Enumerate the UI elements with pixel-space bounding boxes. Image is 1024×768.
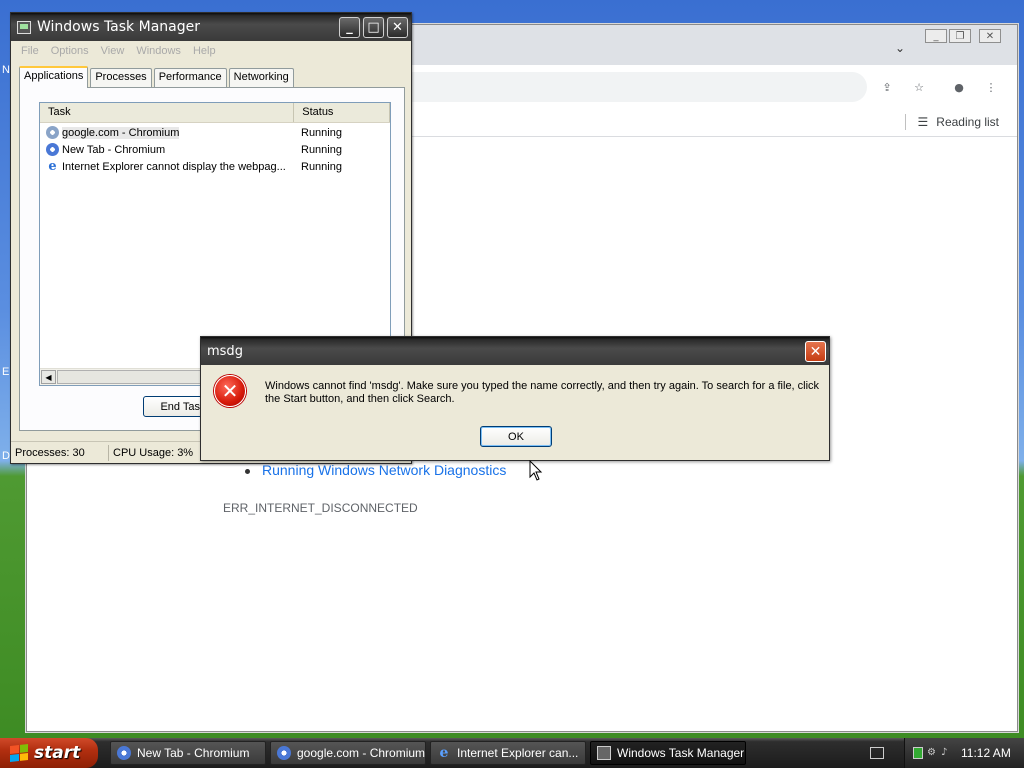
task-name: Internet Explorer cannot display the web… <box>62 160 286 173</box>
suggestion-list: Running Windows Network Diagnostics <box>245 462 506 478</box>
error-icon: ✕ <box>214 375 246 407</box>
divider <box>904 114 906 130</box>
browser-restore-button[interactable]: ❐ <box>949 29 971 43</box>
task-manager-titlebar[interactable]: Windows Task Manager _ □ ✕ <box>11 13 411 41</box>
tab-search-chevron-icon[interactable]: ⌄ <box>895 41 905 55</box>
taskbar-item-label: Windows Task Manager <box>617 746 745 760</box>
share-icon[interactable]: ⇪ <box>877 77 897 97</box>
process-count: Processes: 30 <box>11 444 109 461</box>
ie-icon: e <box>439 745 449 761</box>
column-status[interactable]: Status <box>294 103 390 122</box>
menubar: File Options View Windows Help <box>11 41 411 61</box>
chromium-icon <box>46 126 59 139</box>
chromium-icon <box>117 746 131 760</box>
profile-avatar-icon[interactable]: ● <box>949 77 969 97</box>
bookmark-star-icon[interactable]: ☆ <box>909 77 929 97</box>
network-diagnostics-link[interactable]: Running Windows Network Diagnostics <box>262 462 506 478</box>
start-button[interactable]: start <box>0 738 98 768</box>
table-row[interactable]: New Tab - Chromium Running <box>40 141 342 158</box>
desktop-label-fragment: E <box>2 366 10 378</box>
task-manager-tray-icon[interactable] <box>913 747 923 759</box>
desktop-label-fragment: D <box>2 450 10 462</box>
reading-list-button[interactable]: ☰ Reading list <box>904 114 999 130</box>
dialog-titlebar[interactable]: msdg ✕ <box>201 337 829 365</box>
cpu-usage: CPU Usage: 3% <box>109 444 205 461</box>
reading-list-icon: ☰ <box>917 115 929 129</box>
taskbar-item-internet-explorer[interactable]: e Internet Explorer can... <box>430 741 586 765</box>
browser-close-button[interactable]: ✕ <box>979 29 1001 43</box>
ie-icon: e <box>48 160 57 173</box>
system-tray: ⚙ ♪ 11:12 AM <box>904 738 1024 768</box>
close-button[interactable]: ✕ <box>387 17 408 38</box>
task-manager-title: Windows Task Manager <box>37 19 200 35</box>
error-code: ERR_INTERNET_DISCONNECTED <box>223 501 418 515</box>
minimize-button[interactable]: _ <box>339 17 360 38</box>
menu-file[interactable]: File <box>15 45 45 57</box>
mouse-pointer-icon <box>529 460 543 481</box>
tab-performance[interactable]: Performance <box>153 68 227 87</box>
scroll-left-arrow-icon[interactable]: ◀ <box>41 370 56 384</box>
chromium-icon <box>277 746 291 760</box>
tab-applications[interactable]: Applications <box>19 66 89 88</box>
task-manager-icon <box>17 20 31 34</box>
dialog-close-button[interactable]: ✕ <box>805 341 826 362</box>
error-message: Windows cannot find 'msdg'. Make sure yo… <box>265 380 820 405</box>
task-manager-icon <box>597 746 611 760</box>
taskbar-item-task-manager[interactable]: Windows Task Manager <box>590 741 746 765</box>
task-status: Running <box>301 126 342 139</box>
start-label: start <box>34 743 81 763</box>
menu-options[interactable]: Options <box>45 45 95 57</box>
taskbar: start New Tab - Chromium google.com - Ch… <box>0 738 1024 768</box>
keyboard-icon[interactable] <box>870 747 884 759</box>
table-row[interactable]: e Internet Explorer cannot display the we… <box>40 158 342 175</box>
windows-logo-icon <box>10 744 28 762</box>
dialog-title: msdg <box>207 343 243 359</box>
tab-networking[interactable]: Networking <box>228 68 294 87</box>
table-row[interactable]: google.com - Chromium Running <box>40 124 342 141</box>
volume-tray-icon[interactable]: ♪ <box>941 747 951 759</box>
task-list-header: Task Status <box>40 103 390 123</box>
network-tray-icon[interactable]: ⚙ <box>927 747 937 759</box>
kebab-menu-icon[interactable]: ⋮ <box>981 77 1001 97</box>
taskbar-item-google[interactable]: google.com - Chromium <box>270 741 426 765</box>
column-task[interactable]: Task <box>40 103 295 122</box>
scroll-thumb[interactable] <box>57 370 207 384</box>
menu-windows[interactable]: Windows <box>130 45 187 57</box>
taskbar-item-label: New Tab - Chromium <box>137 746 250 760</box>
task-name: google.com - Chromium <box>62 126 180 139</box>
error-dialog: msdg ✕ ✕ Windows cannot find 'msdg'. Mak… <box>200 336 830 461</box>
browser-minimize-button[interactable]: _ <box>925 29 947 43</box>
maximize-button[interactable]: □ <box>363 17 384 38</box>
taskbar-item-label: Internet Explorer can... <box>457 746 579 760</box>
tab-strip: Applications Processes Performance Netwo… <box>19 66 296 88</box>
reading-list-label: Reading list <box>936 115 999 129</box>
taskbar-item-label: google.com - Chromium <box>297 746 426 760</box>
task-status: Running <box>301 160 342 173</box>
task-name: New Tab - Chromium <box>62 143 166 156</box>
ok-button[interactable]: OK <box>480 426 552 447</box>
tab-processes[interactable]: Processes <box>90 68 152 87</box>
taskbar-item-new-tab[interactable]: New Tab - Chromium <box>110 741 266 765</box>
task-status: Running <box>301 143 342 156</box>
clock[interactable]: 11:12 AM <box>961 746 1011 760</box>
menu-help[interactable]: Help <box>187 45 222 57</box>
chromium-icon <box>46 143 59 156</box>
menu-view[interactable]: View <box>95 45 131 57</box>
desktop-label-fragment: N <box>2 64 10 76</box>
bullet <box>245 468 250 474</box>
